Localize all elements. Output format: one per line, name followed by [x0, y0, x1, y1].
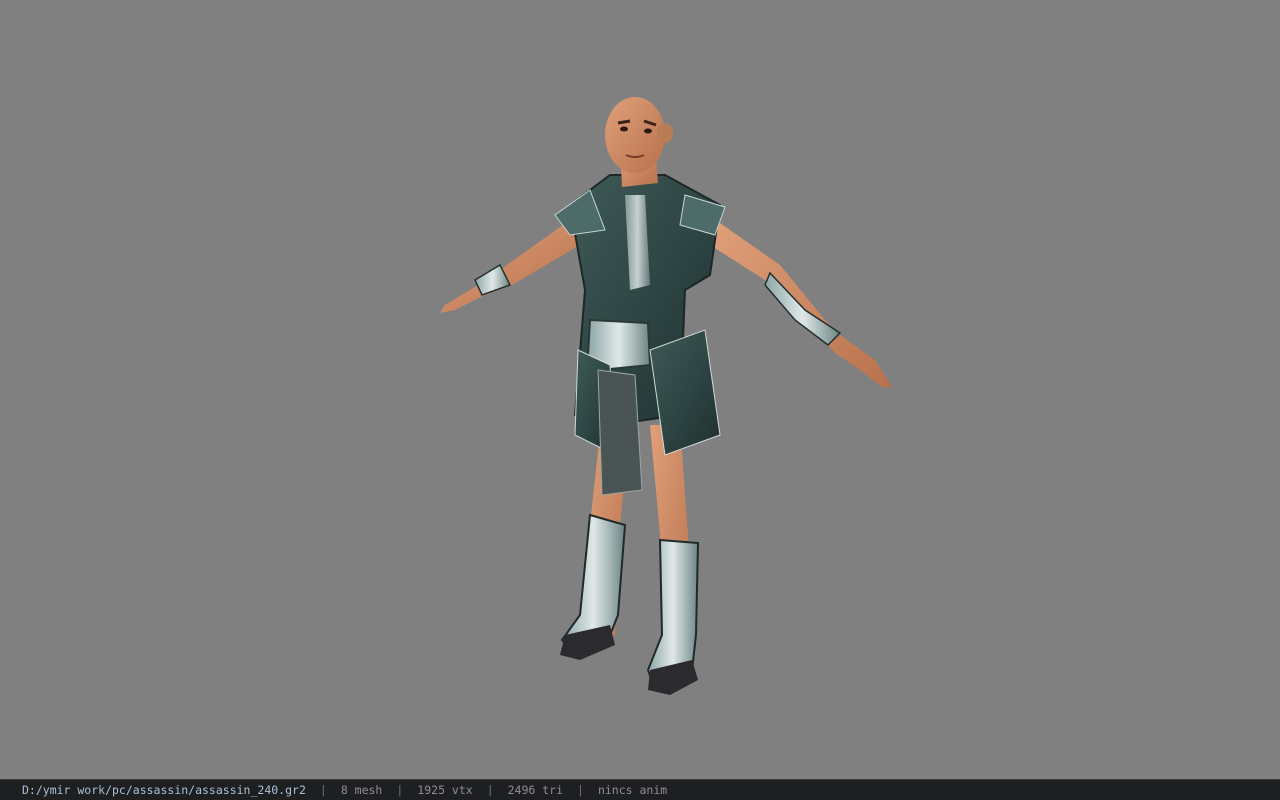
mesh-count-text: 8 mesh — [340, 783, 383, 797]
status-separator: | — [396, 783, 404, 797]
triangle-count-text: 2496 tri — [507, 783, 564, 797]
vertex-count-text: 1925 vtx — [417, 783, 473, 797]
status-separator: | — [319, 783, 327, 797]
status-bar: D:/ymir work/pc/assassin/assassin_240.gr… — [0, 779, 1280, 800]
status-separator: | — [486, 783, 494, 797]
status-separator: | — [577, 783, 584, 797]
character-model — [440, 97, 892, 695]
file-path-text: D:/ymir work/pc/assassin/assassin_240.gr… — [22, 783, 306, 797]
3d-viewport[interactable] — [0, 0, 1280, 779]
animation-status-text: nincs anim — [597, 783, 668, 797]
